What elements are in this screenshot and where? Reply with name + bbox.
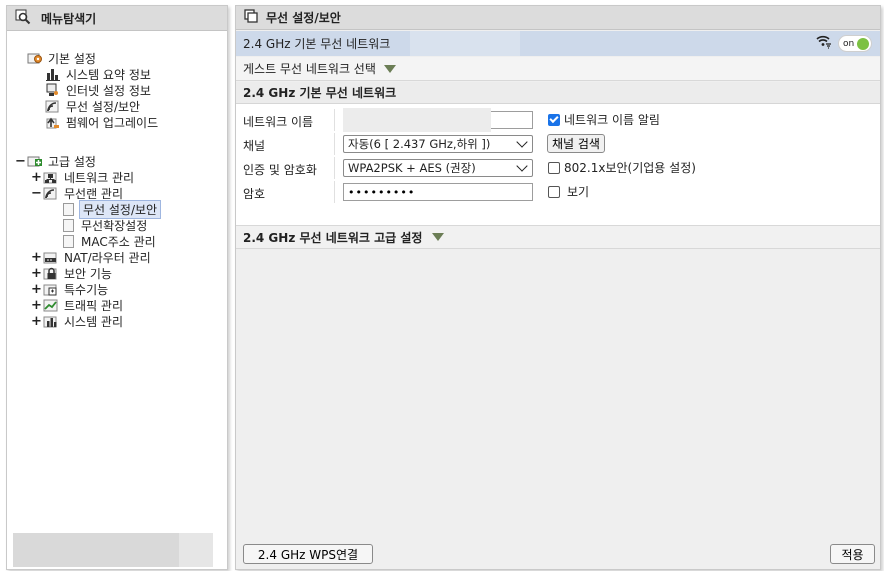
tree-special-functions[interactable]: + 특수기능 [31,281,110,297]
row-divider [334,109,335,131]
tree-advanced-settings[interactable]: − 고급 설정 [15,153,98,169]
channel-scan-button[interactable]: 채널 검색 [547,134,605,153]
password-row: 암호 보기 [236,181,880,203]
channel-select[interactable]: 자동(6 [ 2.437 GHz,하위 ]) [343,135,533,153]
triangle-down-icon[interactable] [383,64,396,73]
collapse-toggle[interactable]: − [31,186,42,201]
tree-traffic-management[interactable]: + 트래픽 관리 [31,297,125,313]
apply-button[interactable]: 적용 [830,544,875,564]
menu-explorer-title: 메뉴탐색기 [41,11,97,26]
basic-network-form: 2.4 GHz 기본 무선 네트워크 네트워크 이름 네트워크 이름 알림 채널… [236,82,880,225]
broadcast-ssid-check-wrap: 네트워크 이름 알림 [548,111,660,128]
page-icon [63,234,74,248]
enterprise-8021x-checkbox[interactable] [548,161,560,174]
folder-gear-icon [27,51,43,65]
menu-explorer-panel: 메뉴탐색기 기본 설정 시스템 요약 정보 인터넷 설정 정보 무선 설정/보안… [6,5,228,570]
page-icon [63,202,74,216]
magnifier-icon [15,9,31,28]
bar-chart-icon [45,67,61,81]
show-password-check-wrap: 보기 [548,183,589,200]
password-label: 암호 [243,187,266,201]
broadcast-ssid-label: 네트워크 이름 알림 [564,113,660,127]
wireless-settings-panel: 무선 설정/보안 2.4 GHz 기본 무선 네트워크 on 게스트 무선 네트… [235,5,881,570]
advanced-settings-label: 2.4 GHz 무선 네트워크 고급 설정 [243,230,423,245]
expand-toggle[interactable]: + [31,170,42,185]
channel-label: 채널 [243,139,266,153]
network-icon [43,170,59,184]
channel-row: 채널 자동(6 [ 2.437 GHz,하위 ]) 채널 검색 [236,133,880,155]
chevron-down-icon [516,136,528,148]
basic-network-bar[interactable]: 2.4 GHz 기본 무선 네트워크 on [236,31,880,56]
enterprise-8021x-label: 802.1x보안(기업용 설정) [564,161,696,175]
redacted-area [13,533,179,567]
upgrade-icon [45,115,61,129]
auth-label: 인증 및 암호화 [243,163,317,177]
ssid-row: 네트워크 이름 네트워크 이름 알림 [236,108,880,132]
guest-network-bar[interactable]: 게스트 무선 네트워크 선택 [236,57,880,81]
show-password-checkbox[interactable] [548,185,560,198]
enterprise-check-wrap: 802.1x보안(기업용 설정) [548,159,696,176]
tree-basic-settings[interactable]: 기본 설정 [27,50,98,66]
row-divider [334,181,335,203]
expand-toggle[interactable]: + [31,282,42,297]
traffic-chart-icon [43,298,59,312]
router-icon [43,250,59,264]
channel-selected-value: 자동(6 [ 2.437 GHz,하위 ]) [348,137,491,151]
triangle-down-icon[interactable] [432,233,445,241]
auth-row: 인증 및 암호화 WPA2PSK + AES (권장) 802.1x보안(기업용… [236,157,880,179]
expand-toggle[interactable]: + [31,266,42,281]
redacted-area [410,31,520,56]
tree-item-system-summary[interactable]: 시스템 요약 정보 [45,66,153,82]
tree-system-management[interactable]: + 시스템 관리 [31,313,125,329]
tree-item-wireless-security-selected[interactable]: 무선 설정/보안 [63,199,162,219]
wifi-toggle-area: on [816,35,872,52]
ssid-label: 네트워크 이름 [243,115,314,129]
form-section-title: 2.4 GHz 기본 무선 네트워크 [236,82,880,104]
toggle-knob [857,38,869,50]
expand-toggle[interactable]: + [31,314,42,329]
show-password-label: 보기 [567,185,590,199]
tree-security-functions[interactable]: + 보안 기능 [31,265,114,281]
collapse-toggle[interactable]: − [15,154,26,169]
password-input[interactable] [343,183,533,201]
tree-item-mac-management[interactable]: MAC주소 관리 [63,233,158,249]
chevron-down-icon [516,160,528,172]
wifi-icon [43,186,59,200]
tree-item-internet-info[interactable]: 인터넷 설정 정보 [45,82,153,98]
auth-selected-value: WPA2PSK + AES (권장) [348,161,476,175]
wifi-icon [45,99,61,113]
monitor-icon [45,83,61,97]
wps-connect-button[interactable]: 2.4 GHz WPS연결 [243,544,373,564]
expand-toggle[interactable]: + [31,298,42,313]
page-icon [63,218,74,232]
advanced-settings-bar[interactable]: 2.4 GHz 무선 네트워크 고급 설정 [236,225,880,249]
tree-item-wireless-extension[interactable]: 무선확장설정 [63,217,149,233]
wifi-filter-icon [816,35,832,52]
page-title: 무선 설정/보안 [266,11,341,25]
special-functions-icon [43,282,59,296]
redacted-area [343,108,491,132]
wifi-on-toggle[interactable]: on [838,35,872,52]
menu-explorer-header: 메뉴탐색기 [7,6,227,31]
row-divider [334,157,335,179]
folder-plus-icon [27,154,43,168]
row-divider [334,133,335,155]
guest-network-label: 게스트 무선 네트워크 선택 [243,62,376,76]
wireless-settings-header: 무선 설정/보안 [236,6,880,30]
tree-network-management[interactable]: + 네트워크 관리 [31,169,136,185]
left-footer-area [13,533,213,567]
basic-network-label: 2.4 GHz 기본 무선 네트워크 [243,37,391,51]
tree-item-firmware-upgrade[interactable]: 펌웨어 업그레이드 [45,114,160,130]
window-icon [244,9,258,26]
expand-toggle[interactable]: + [31,250,42,265]
lock-icon [43,266,59,280]
bar-chart-icon [43,314,59,328]
tree-item-wireless-security-basic[interactable]: 무선 설정/보안 [45,98,142,114]
tree-nat-router[interactable]: + NAT/라우터 관리 [31,249,153,265]
broadcast-ssid-checkbox[interactable] [548,113,560,126]
auth-select[interactable]: WPA2PSK + AES (권장) [343,159,533,177]
